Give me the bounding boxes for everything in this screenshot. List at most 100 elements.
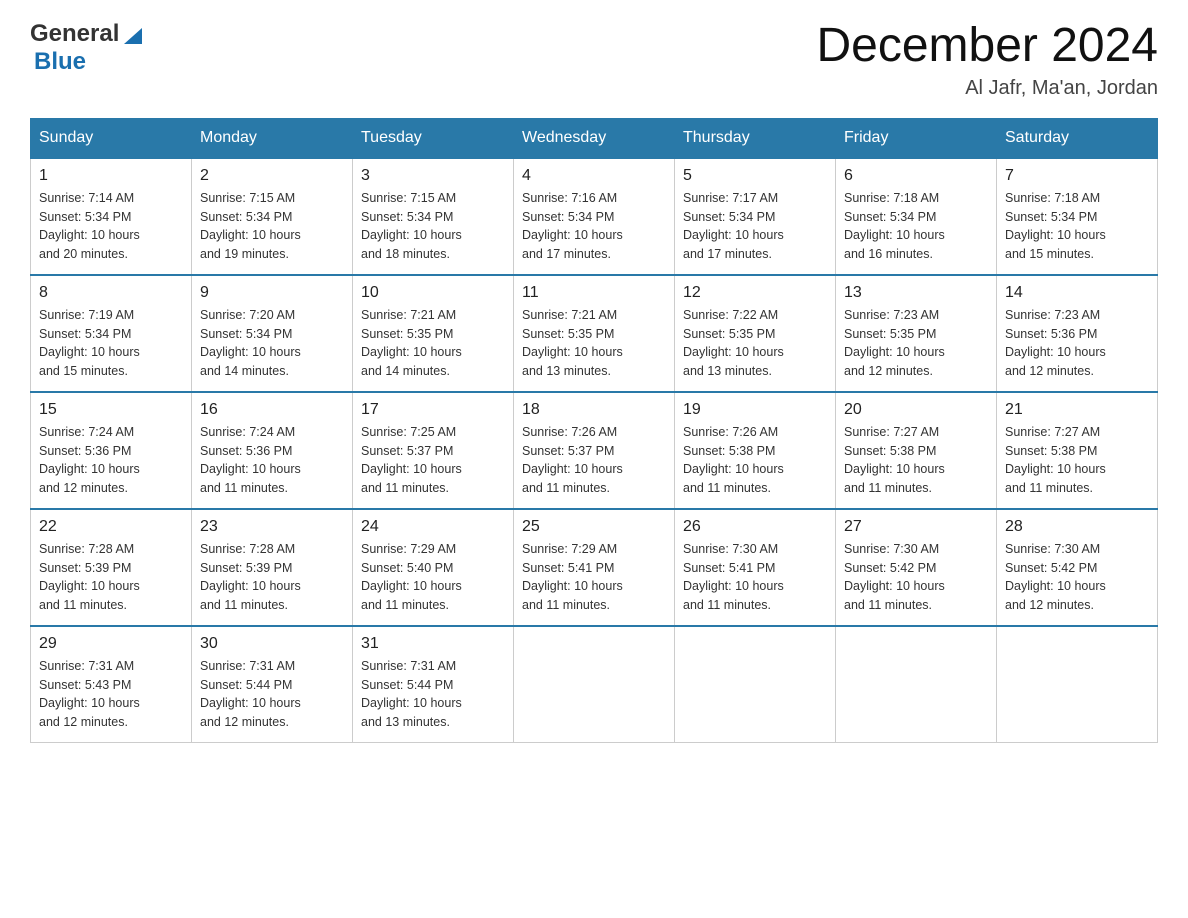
logo-blue-text: Blue	[34, 48, 86, 76]
calendar-day	[997, 626, 1158, 743]
calendar-header-row: Sunday Monday Tuesday Wednesday Thursday…	[31, 118, 1158, 158]
calendar-day: 20 Sunrise: 7:27 AM Sunset: 5:38 PM Dayl…	[836, 392, 997, 509]
col-thursday: Thursday	[675, 118, 836, 158]
day-number: 1	[39, 167, 183, 185]
day-number: 3	[361, 167, 505, 185]
day-info: Sunrise: 7:23 AM Sunset: 5:35 PM Dayligh…	[844, 306, 988, 381]
day-number: 27	[844, 518, 988, 536]
day-number: 26	[683, 518, 827, 536]
calendar-day: 16 Sunrise: 7:24 AM Sunset: 5:36 PM Dayl…	[192, 392, 353, 509]
day-number: 19	[683, 401, 827, 419]
title-area: December 2024 Al Jafr, Ma'an, Jordan	[816, 20, 1158, 100]
calendar-day	[514, 626, 675, 743]
day-info: Sunrise: 7:15 AM Sunset: 5:34 PM Dayligh…	[200, 189, 344, 264]
calendar-day: 1 Sunrise: 7:14 AM Sunset: 5:34 PM Dayli…	[31, 158, 192, 275]
logo: General Blue	[30, 20, 144, 76]
day-info: Sunrise: 7:26 AM Sunset: 5:38 PM Dayligh…	[683, 423, 827, 498]
day-number: 8	[39, 284, 183, 302]
day-info: Sunrise: 7:29 AM Sunset: 5:41 PM Dayligh…	[522, 540, 666, 615]
day-number: 2	[200, 167, 344, 185]
calendar-day: 24 Sunrise: 7:29 AM Sunset: 5:40 PM Dayl…	[353, 509, 514, 626]
calendar-day	[675, 626, 836, 743]
logo-triangle-icon	[122, 24, 144, 46]
calendar-day: 13 Sunrise: 7:23 AM Sunset: 5:35 PM Dayl…	[836, 275, 997, 392]
day-info: Sunrise: 7:31 AM Sunset: 5:44 PM Dayligh…	[200, 657, 344, 732]
day-number: 21	[1005, 401, 1149, 419]
day-number: 12	[683, 284, 827, 302]
calendar-day: 27 Sunrise: 7:30 AM Sunset: 5:42 PM Dayl…	[836, 509, 997, 626]
day-info: Sunrise: 7:30 AM Sunset: 5:41 PM Dayligh…	[683, 540, 827, 615]
day-info: Sunrise: 7:27 AM Sunset: 5:38 PM Dayligh…	[1005, 423, 1149, 498]
calendar-week-3: 15 Sunrise: 7:24 AM Sunset: 5:36 PM Dayl…	[31, 392, 1158, 509]
day-number: 18	[522, 401, 666, 419]
page-header: General Blue December 2024 Al Jafr, Ma'a…	[30, 20, 1158, 100]
calendar-day: 8 Sunrise: 7:19 AM Sunset: 5:34 PM Dayli…	[31, 275, 192, 392]
calendar-table: Sunday Monday Tuesday Wednesday Thursday…	[30, 118, 1158, 743]
col-sunday: Sunday	[31, 118, 192, 158]
calendar-day: 15 Sunrise: 7:24 AM Sunset: 5:36 PM Dayl…	[31, 392, 192, 509]
day-number: 7	[1005, 167, 1149, 185]
day-number: 29	[39, 635, 183, 653]
day-number: 6	[844, 167, 988, 185]
calendar-day: 10 Sunrise: 7:21 AM Sunset: 5:35 PM Dayl…	[353, 275, 514, 392]
day-number: 24	[361, 518, 505, 536]
day-info: Sunrise: 7:15 AM Sunset: 5:34 PM Dayligh…	[361, 189, 505, 264]
calendar-day: 17 Sunrise: 7:25 AM Sunset: 5:37 PM Dayl…	[353, 392, 514, 509]
calendar-day: 19 Sunrise: 7:26 AM Sunset: 5:38 PM Dayl…	[675, 392, 836, 509]
day-number: 22	[39, 518, 183, 536]
calendar-day: 22 Sunrise: 7:28 AM Sunset: 5:39 PM Dayl…	[31, 509, 192, 626]
day-info: Sunrise: 7:26 AM Sunset: 5:37 PM Dayligh…	[522, 423, 666, 498]
col-tuesday: Tuesday	[353, 118, 514, 158]
calendar-week-5: 29 Sunrise: 7:31 AM Sunset: 5:43 PM Dayl…	[31, 626, 1158, 743]
calendar-day: 2 Sunrise: 7:15 AM Sunset: 5:34 PM Dayli…	[192, 158, 353, 275]
calendar-day: 28 Sunrise: 7:30 AM Sunset: 5:42 PM Dayl…	[997, 509, 1158, 626]
day-number: 15	[39, 401, 183, 419]
calendar-day: 3 Sunrise: 7:15 AM Sunset: 5:34 PM Dayli…	[353, 158, 514, 275]
day-info: Sunrise: 7:29 AM Sunset: 5:40 PM Dayligh…	[361, 540, 505, 615]
calendar-day: 5 Sunrise: 7:17 AM Sunset: 5:34 PM Dayli…	[675, 158, 836, 275]
day-info: Sunrise: 7:16 AM Sunset: 5:34 PM Dayligh…	[522, 189, 666, 264]
day-info: Sunrise: 7:18 AM Sunset: 5:34 PM Dayligh…	[844, 189, 988, 264]
day-info: Sunrise: 7:19 AM Sunset: 5:34 PM Dayligh…	[39, 306, 183, 381]
calendar-day: 30 Sunrise: 7:31 AM Sunset: 5:44 PM Dayl…	[192, 626, 353, 743]
calendar-day: 21 Sunrise: 7:27 AM Sunset: 5:38 PM Dayl…	[997, 392, 1158, 509]
day-number: 13	[844, 284, 988, 302]
calendar-day	[836, 626, 997, 743]
calendar-day: 4 Sunrise: 7:16 AM Sunset: 5:34 PM Dayli…	[514, 158, 675, 275]
month-title: December 2024	[816, 20, 1158, 73]
day-number: 4	[522, 167, 666, 185]
day-number: 23	[200, 518, 344, 536]
day-info: Sunrise: 7:20 AM Sunset: 5:34 PM Dayligh…	[200, 306, 344, 381]
calendar-week-2: 8 Sunrise: 7:19 AM Sunset: 5:34 PM Dayli…	[31, 275, 1158, 392]
day-info: Sunrise: 7:30 AM Sunset: 5:42 PM Dayligh…	[1005, 540, 1149, 615]
day-number: 20	[844, 401, 988, 419]
day-info: Sunrise: 7:25 AM Sunset: 5:37 PM Dayligh…	[361, 423, 505, 498]
col-saturday: Saturday	[997, 118, 1158, 158]
day-number: 14	[1005, 284, 1149, 302]
day-number: 5	[683, 167, 827, 185]
day-number: 25	[522, 518, 666, 536]
col-wednesday: Wednesday	[514, 118, 675, 158]
day-number: 11	[522, 284, 666, 302]
day-info: Sunrise: 7:31 AM Sunset: 5:44 PM Dayligh…	[361, 657, 505, 732]
day-info: Sunrise: 7:18 AM Sunset: 5:34 PM Dayligh…	[1005, 189, 1149, 264]
col-monday: Monday	[192, 118, 353, 158]
day-number: 17	[361, 401, 505, 419]
day-info: Sunrise: 7:30 AM Sunset: 5:42 PM Dayligh…	[844, 540, 988, 615]
day-info: Sunrise: 7:28 AM Sunset: 5:39 PM Dayligh…	[39, 540, 183, 615]
day-info: Sunrise: 7:28 AM Sunset: 5:39 PM Dayligh…	[200, 540, 344, 615]
day-number: 28	[1005, 518, 1149, 536]
calendar-day: 12 Sunrise: 7:22 AM Sunset: 5:35 PM Dayl…	[675, 275, 836, 392]
day-info: Sunrise: 7:14 AM Sunset: 5:34 PM Dayligh…	[39, 189, 183, 264]
day-number: 16	[200, 401, 344, 419]
calendar-day: 23 Sunrise: 7:28 AM Sunset: 5:39 PM Dayl…	[192, 509, 353, 626]
day-info: Sunrise: 7:24 AM Sunset: 5:36 PM Dayligh…	[200, 423, 344, 498]
calendar-day: 14 Sunrise: 7:23 AM Sunset: 5:36 PM Dayl…	[997, 275, 1158, 392]
day-number: 10	[361, 284, 505, 302]
calendar-day: 6 Sunrise: 7:18 AM Sunset: 5:34 PM Dayli…	[836, 158, 997, 275]
calendar-day: 31 Sunrise: 7:31 AM Sunset: 5:44 PM Dayl…	[353, 626, 514, 743]
calendar-week-4: 22 Sunrise: 7:28 AM Sunset: 5:39 PM Dayl…	[31, 509, 1158, 626]
day-info: Sunrise: 7:23 AM Sunset: 5:36 PM Dayligh…	[1005, 306, 1149, 381]
day-info: Sunrise: 7:22 AM Sunset: 5:35 PM Dayligh…	[683, 306, 827, 381]
day-info: Sunrise: 7:17 AM Sunset: 5:34 PM Dayligh…	[683, 189, 827, 264]
